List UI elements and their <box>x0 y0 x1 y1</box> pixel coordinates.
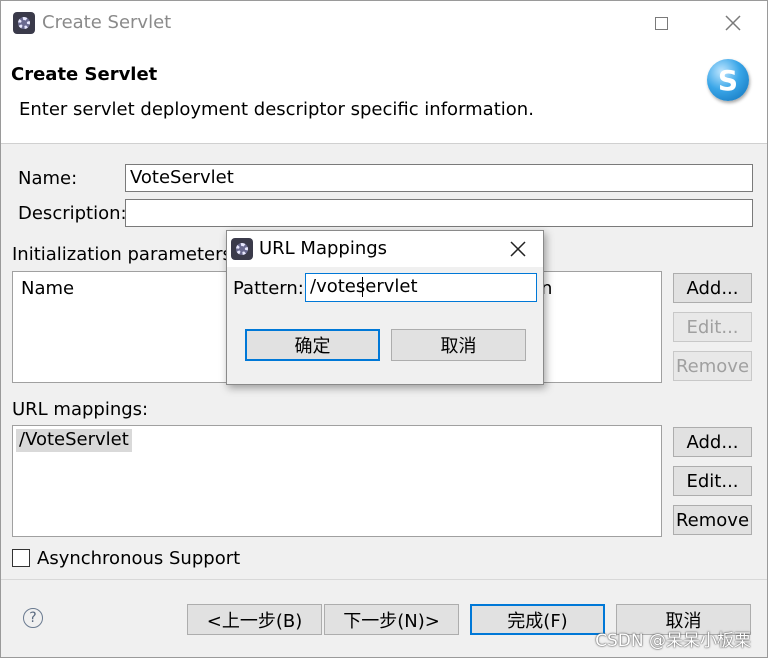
pattern-label: Pattern: <box>233 278 304 299</box>
next-button[interactable]: 下一步(N)> <box>324 604 459 635</box>
url-mappings-dialog: URL Mappings Pattern: /voteservlet 确定 取消 <box>226 230 544 385</box>
name-label: Name: <box>18 168 78 189</box>
url-edit-button[interactable]: Edit... <box>673 466 752 496</box>
dialog-close-button[interactable] <box>505 237 531 261</box>
list-item[interactable]: /VoteServlet <box>16 429 132 452</box>
description-field[interactable] <box>125 199 753 227</box>
eclipse-app-icon <box>231 238 253 260</box>
url-remove-button[interactable]: Remove <box>673 505 752 535</box>
finish-button[interactable]: 完成(F) <box>470 604 605 635</box>
maximize-button[interactable] <box>638 9 684 37</box>
pattern-value: /voteservlet <box>310 276 418 297</box>
close-icon <box>510 241 526 257</box>
dialog-title: URL Mappings <box>259 238 388 259</box>
wizard-header <box>1 45 767 144</box>
eclipse-app-icon <box>13 12 35 34</box>
async-support-checkbox[interactable] <box>12 549 30 567</box>
dialog-ok-button[interactable]: 确定 <box>245 329 380 361</box>
maximize-icon <box>654 16 668 30</box>
close-button[interactable] <box>710 9 756 37</box>
url-mappings-label: URL mappings: <box>12 399 149 420</box>
watermark: CSDN @呆呆小板栗 <box>595 631 751 651</box>
servlet-logo-icon: S <box>707 59 749 101</box>
url-mappings-list[interactable]: /VoteServlet <box>12 425 662 537</box>
url-add-button[interactable]: Add... <box>673 427 752 457</box>
init-edit-button[interactable]: Edit... <box>673 312 752 342</box>
page-title: Create Servlet <box>11 64 158 85</box>
close-icon <box>725 15 741 31</box>
async-support-label: Asynchronous Support <box>37 548 241 569</box>
column-header-name: Name <box>21 278 75 299</box>
description-label: Description: <box>18 203 127 224</box>
init-params-label: Initialization parameters: <box>12 244 238 265</box>
text-cursor <box>362 277 363 297</box>
dialog-title-bar: URL Mappings <box>227 231 543 267</box>
init-remove-button[interactable]: Remove <box>673 351 752 381</box>
title-bar: Create Servlet <box>1 1 767 45</box>
footer-divider <box>1 579 767 580</box>
back-button[interactable]: <上一步(B) <box>187 604 322 635</box>
init-add-button[interactable]: Add... <box>673 273 752 303</box>
name-field[interactable]: VoteServlet <box>125 164 753 192</box>
window-title: Create Servlet <box>42 12 172 33</box>
page-description: Enter servlet deployment descriptor spec… <box>19 99 534 120</box>
help-icon[interactable]: ? <box>23 608 43 628</box>
dialog-cancel-button[interactable]: 取消 <box>391 329 526 361</box>
pattern-input[interactable]: /voteservlet <box>305 273 537 302</box>
